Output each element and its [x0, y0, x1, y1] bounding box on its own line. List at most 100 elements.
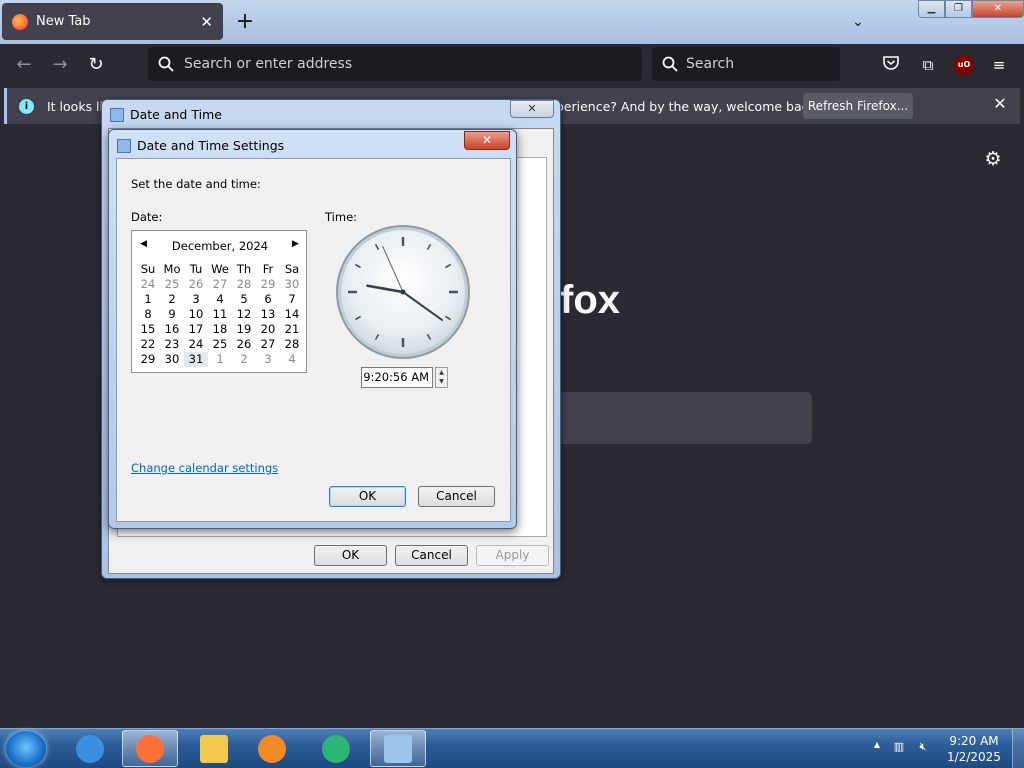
calendar-day[interactable]: 24	[136, 277, 160, 292]
search-bar[interactable]: Search	[652, 47, 840, 81]
search-icon	[158, 56, 174, 72]
close-button[interactable]: ✕	[464, 131, 510, 150]
calendar-header: ◀ December, 2024 ▶	[132, 239, 308, 255]
calendar-day[interactable]: 6	[256, 292, 280, 307]
pocket-icon[interactable]	[880, 54, 902, 76]
calendar-day[interactable]: 25	[160, 277, 184, 292]
close-button[interactable]: ✕	[510, 100, 554, 118]
ok-button[interactable]: OK	[329, 486, 406, 507]
taskbar-app-firefox[interactable]	[122, 730, 178, 767]
hour-tick	[354, 263, 361, 269]
calendar-day[interactable]: 24	[184, 337, 208, 352]
calendar-day[interactable]: 5	[232, 292, 256, 307]
volume-muted-icon[interactable]: 🔇︎	[914, 740, 932, 756]
time-field[interactable]: 9:20:56 AM	[361, 367, 433, 388]
calendar-day[interactable]: 11	[208, 307, 232, 322]
tab-close-icon[interactable]: ✕	[200, 13, 213, 31]
calendar-day[interactable]: 13	[256, 307, 280, 322]
taskbar-clock[interactable]: 9:20 AM 1/2/2025	[944, 733, 1004, 765]
calendar-day[interactable]: 10	[184, 307, 208, 322]
calendar-day[interactable]: 12	[232, 307, 256, 322]
calendar-day[interactable]: 29	[256, 277, 280, 292]
hour-tick	[445, 315, 452, 321]
taskbar-app-internet-explorer[interactable]	[62, 730, 118, 767]
taskbar-app-file-explorer[interactable]	[186, 730, 242, 767]
calendar: ◀ December, 2024 ▶ Su Mo Tu We Th Fr Sa 24 25 26 2…	[131, 230, 307, 373]
calendar-day[interactable]: 7	[280, 292, 304, 307]
search-icon	[662, 56, 678, 72]
tab-new-tab[interactable]: New Tab ✕	[2, 3, 223, 40]
calendar-day[interactable]: 21	[280, 322, 304, 337]
network-icon[interactable]: ▥	[890, 740, 908, 756]
calendar-day[interactable]: 20	[256, 322, 280, 337]
file-explorer-icon	[200, 734, 228, 763]
calendar-day[interactable]: 17	[184, 322, 208, 337]
calendar-day[interactable]: 22	[136, 337, 160, 352]
change-calendar-settings-link[interactable]: Change calendar settings	[131, 461, 278, 475]
calendar-day[interactable]: 1	[208, 352, 232, 367]
calendar-day[interactable]: 4	[208, 292, 232, 307]
calendar-day[interactable]: 2	[232, 352, 256, 367]
time-spinner[interactable]: ▲ ▼	[435, 367, 448, 388]
calendar-day[interactable]: 3	[184, 292, 208, 307]
calendar-day[interactable]: 4	[280, 352, 304, 367]
calendar-day[interactable]: 25	[208, 337, 232, 352]
calendar-month-label[interactable]: December, 2024	[132, 239, 308, 253]
calendar-day[interactable]: 26	[232, 337, 256, 352]
calendar-day[interactable]: 26	[184, 277, 208, 292]
dialog-body: Set the date and time: Date: Time: ◀ Dec…	[116, 158, 511, 522]
calendar-day[interactable]: 1	[136, 292, 160, 307]
hour-tick	[354, 315, 361, 321]
show-desktop-button[interactable]	[1012, 729, 1024, 768]
taskbar-app-green-app[interactable]	[308, 730, 364, 767]
ok-button[interactable]: OK	[314, 545, 387, 566]
address-bar[interactable]: Search or enter address	[148, 47, 642, 81]
maximize-button[interactable]: ❐	[945, 0, 972, 18]
calendar-day[interactable]: 30	[160, 352, 184, 367]
calendar-day[interactable]: 19	[232, 322, 256, 337]
clock-calendar-icon	[110, 108, 124, 122]
calendar-day[interactable]: 28	[232, 277, 256, 292]
forward-arrow-icon[interactable]: →	[48, 53, 72, 77]
menu-hamburger-icon[interactable]: ≡	[988, 54, 1010, 76]
notification-close-icon[interactable]: ✕	[990, 94, 1010, 116]
reload-icon[interactable]: ↻	[84, 53, 108, 77]
taskbar-app-media-player[interactable]	[244, 730, 300, 767]
gear-icon[interactable]: ⚙	[982, 148, 1004, 170]
ublock-origin-icon[interactable]: uO	[954, 55, 974, 75]
next-month-icon[interactable]: ▶	[292, 239, 299, 249]
calendar-day[interactable]: 18	[208, 322, 232, 337]
time-label: Time:	[325, 210, 358, 224]
calendar-day[interactable]: 29	[136, 352, 160, 367]
calendar-day[interactable]: 28	[280, 337, 304, 352]
start-button[interactable]	[6, 731, 46, 767]
calendar-day[interactable]: 31	[184, 352, 208, 367]
taskbar-app-date-time-control-panel[interactable]	[370, 730, 426, 767]
refresh-firefox-button[interactable]: Refresh Firefox...	[803, 93, 913, 119]
cancel-button[interactable]: Cancel	[418, 486, 495, 507]
apply-button[interactable]: Apply	[476, 545, 549, 566]
hour-tick	[374, 334, 380, 341]
calendar-day[interactable]: 15	[136, 322, 160, 337]
extensions-icon[interactable]: ⧉	[917, 54, 939, 76]
close-window-button[interactable]: ✕	[972, 0, 1024, 18]
calendar-day[interactable]: 3	[256, 352, 280, 367]
analog-clock	[341, 230, 465, 354]
list-all-tabs-icon[interactable]: ⌄	[846, 10, 870, 34]
dialog-title: Date and Time Settings	[137, 138, 285, 153]
calendar-day[interactable]: 27	[208, 277, 232, 292]
calendar-day[interactable]: 16	[160, 322, 184, 337]
calendar-day[interactable]: 8	[136, 307, 160, 322]
new-tab-search-box[interactable]	[520, 392, 812, 444]
show-hidden-icons-icon[interactable]: ▲	[868, 740, 886, 756]
back-arrow-icon[interactable]: ←	[12, 53, 36, 77]
calendar-day[interactable]: 9	[160, 307, 184, 322]
new-tab-button[interactable]: +	[232, 8, 258, 36]
cancel-button[interactable]: Cancel	[395, 545, 468, 566]
calendar-day[interactable]: 30	[280, 277, 304, 292]
calendar-day[interactable]: 2	[160, 292, 184, 307]
calendar-day[interactable]: 23	[160, 337, 184, 352]
calendar-day[interactable]: 14	[280, 307, 304, 322]
minimize-button[interactable]: ▁	[918, 0, 945, 18]
calendar-day[interactable]: 27	[256, 337, 280, 352]
